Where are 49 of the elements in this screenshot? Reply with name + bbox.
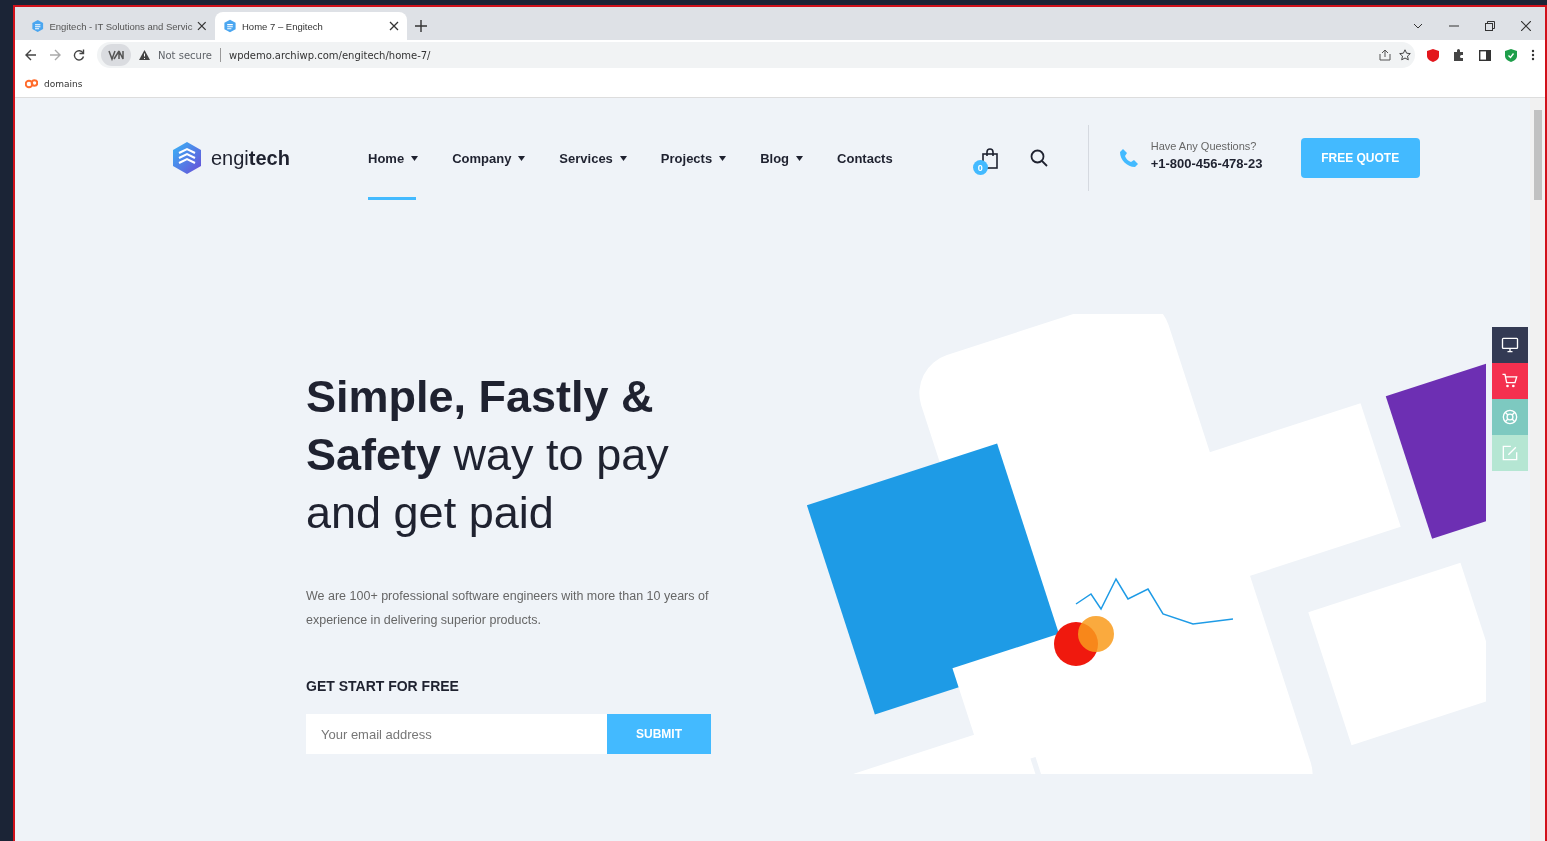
shield-icon[interactable] [1427,48,1439,62]
security-label[interactable]: Not secure [158,49,212,61]
url-text[interactable]: wpdemo.archiwp.com/engitech/home-7/ [228,49,1371,61]
phone-icon [1118,148,1139,168]
side-panel-icon[interactable] [1479,49,1491,61]
more-icon[interactable] [1531,49,1535,61]
phone-number[interactable]: +1-800-456-478-23 [1150,152,1263,176]
shopping-bag-icon[interactable] [979,147,1000,169]
shield-check-icon[interactable] [1505,48,1517,62]
side-tool-button[interactable] [1492,327,1528,363]
search-icon[interactable] [1029,149,1048,167]
brand-name[interactable]: engitech [211,146,290,170]
bookmark-link[interactable]: domains [25,78,83,89]
nav-link[interactable]: Company [445,98,533,218]
warning-icon [139,50,150,60]
contact-label: Have Any Questions? [1150,140,1258,152]
cpanel-icon [25,78,38,89]
monitor-icon [1500,335,1520,355]
lifebuoy-icon [1500,407,1520,427]
site-logo-icon [223,19,237,33]
share-icon[interactable] [1379,49,1391,61]
vpn-icon[interactable] [101,44,131,66]
close-icon[interactable] [389,21,399,31]
back-icon[interactable] [25,49,37,61]
cart-count-badge: 0 [972,160,988,175]
chevron-down-icon[interactable] [1413,23,1423,29]
edit-icon [1500,443,1520,463]
cube-logo-icon[interactable] [171,141,203,175]
nav-link[interactable]: Services [552,98,634,218]
reload-icon[interactable] [73,49,85,61]
browser-tab[interactable]: Engitech - IT Solutions and Servic [23,12,215,40]
nav-link[interactable]: Projects [653,98,734,218]
signup-heading: GET START FOR FREE [306,678,460,694]
close-icon[interactable] [1521,21,1531,31]
hero-title: Simple, Fastly & Safety way to pay and get paid [306,370,670,540]
nav-link[interactable]: Home [361,98,426,218]
site-logo-icon [31,19,45,33]
restore-icon[interactable] [1485,21,1495,31]
nav-link[interactable]: Contacts [830,98,900,218]
close-icon[interactable] [197,21,207,31]
email-field[interactable]: Your email address [306,714,607,754]
puzzle-icon[interactable] [1453,49,1465,61]
scrollbar[interactable] [1530,98,1545,841]
new-tab-icon[interactable] [415,20,427,32]
nav-link[interactable]: Blog [753,98,811,218]
star-icon[interactable] [1399,49,1411,61]
hero-description: We are 100+ professional software engineers with more than 10 years of experience in delivering superior products. [306,588,710,629]
scrollbar-thumb[interactable] [1533,110,1542,200]
browser-tab[interactable]: Home 7 – Engitech [215,12,407,40]
